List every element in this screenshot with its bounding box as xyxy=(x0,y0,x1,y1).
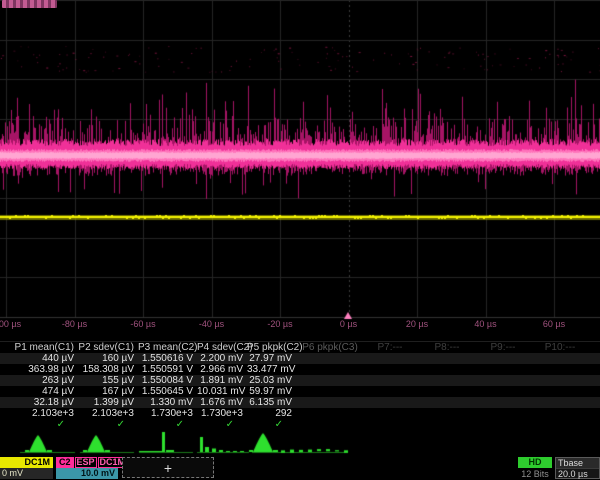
time-tick-label: 60 µs xyxy=(543,319,565,329)
measure-value: 33.477 mV xyxy=(247,364,296,375)
measure-value: 160 µV xyxy=(78,353,138,364)
measure-value: 1.676 mV xyxy=(197,397,247,408)
timebase-descriptor[interactable]: Tbase 20.0 µs xyxy=(555,457,600,479)
measure-value: 1.891 mV xyxy=(197,375,247,386)
c2-scale-value[interactable]: 10.0 mV xyxy=(56,468,118,479)
measure-param-header-inactive[interactable]: P9:--- xyxy=(491,342,516,353)
measure-param-header-inactive[interactable]: P8:--- xyxy=(435,342,460,353)
measure-value: 2.200 mV xyxy=(197,353,247,364)
measure-row: 474 µV167 µV1.550645 V10.031 mV59.97 mV xyxy=(0,386,600,397)
cropped-toolbar-badge xyxy=(2,0,57,8)
measure-status-check-icon: ✓ xyxy=(0,419,78,430)
measure-value: 32.18 µV xyxy=(0,397,78,408)
time-tick-label: 20 µs xyxy=(406,319,428,329)
measure-param-header[interactable]: P2 sdev(C1) xyxy=(78,342,138,353)
measure-value: 158.308 µV xyxy=(78,364,138,375)
measure-value: 474 µV xyxy=(0,386,78,397)
measure-value: 6.135 mV xyxy=(247,397,296,408)
measure-status-check-icon: ✓ xyxy=(197,419,247,430)
measure-param-header-inactive[interactable]: P10:--- xyxy=(545,342,576,353)
timebase-value: 20.0 µs xyxy=(556,469,599,479)
c2-descriptor[interactable]: C2 ESP DC1M xyxy=(56,457,127,468)
c2-flag-esp: ESP xyxy=(75,457,97,468)
measure-status-check-icon: ✓ xyxy=(78,419,138,430)
measure-status-check-icon: ✓ xyxy=(247,419,296,430)
measure-status-row: ✓✓✓✓✓ xyxy=(0,419,600,430)
measure-value: 1.550616 V xyxy=(138,353,197,364)
oscilloscope-screen: -100 µs -80 µs -60 µs -40 µs -20 µs 0 µs 20 µs… xyxy=(0,0,600,480)
measure-value: 1.550591 V xyxy=(138,364,197,375)
measure-value: 2.966 mV xyxy=(197,364,247,375)
measure-value: 167 µV xyxy=(78,386,138,397)
add-trace-button[interactable]: + xyxy=(122,457,214,478)
measure-value: 1.399 µV xyxy=(78,397,138,408)
measure-status-check-icon: ✓ xyxy=(138,419,197,430)
measure-param-header-inactive[interactable]: P7:--- xyxy=(378,342,403,353)
time-tick-label: -80 µs xyxy=(62,319,87,329)
measure-value: 1.730e+3 xyxy=(197,408,247,419)
measure-value: 1.550645 V xyxy=(138,386,197,397)
measure-value: 263 µV xyxy=(0,375,78,386)
measure-row: 2.103e+32.103e+31.730e+31.730e+3292 xyxy=(0,408,600,419)
measure-value: 25.03 mV xyxy=(247,375,296,386)
measure-value: 2.103e+3 xyxy=(0,408,78,419)
c1-scale-value[interactable]: 0 mV xyxy=(0,468,53,479)
measure-value: 155 µV xyxy=(78,375,138,386)
measure-row: 440 µV160 µV1.550616 V2.200 mV27.97 mV xyxy=(0,353,600,364)
time-tick-label: 40 µs xyxy=(474,319,496,329)
hd-bits-label: 12 Bits xyxy=(514,469,556,480)
measure-value: 1.550084 V xyxy=(138,375,197,386)
measure-row: 32.18 µV1.399 µV1.330 mV1.676 mV6.135 mV xyxy=(0,397,600,408)
c1-coupling-badge[interactable]: DC1M xyxy=(0,457,53,468)
measure-value: 27.97 mV xyxy=(247,353,296,364)
c2-channel-label[interactable]: C2 xyxy=(56,457,74,468)
measure-value: 1.730e+3 xyxy=(138,408,197,419)
measure-row: 263 µV155 µV1.550084 V1.891 mV25.03 mV xyxy=(0,375,600,386)
time-tick-label: 0 µs xyxy=(340,319,357,329)
measure-param-header[interactable]: P5 pkpk(C2) xyxy=(247,342,296,353)
timebase-title: Tbase xyxy=(556,458,599,469)
measure-header-row: P1 mean(C1)P2 sdev(C1)P3 mean(C2)P4 sdev… xyxy=(0,342,600,353)
time-tick-label: -20 µs xyxy=(267,319,292,329)
measure-param-header-inactive[interactable]: P6 pkpk(C3) xyxy=(302,342,358,353)
measure-value: 59.97 mV xyxy=(247,386,296,397)
measure-param-header[interactable]: P1 mean(C1) xyxy=(0,342,78,353)
measure-param-header[interactable]: P3 mean(C2) xyxy=(138,342,197,353)
time-tick-label: -100 µs xyxy=(0,319,21,329)
measure-value: 440 µV xyxy=(0,353,78,364)
time-tick-label: -40 µs xyxy=(199,319,224,329)
measure-value: 2.103e+3 xyxy=(78,408,138,419)
measure-param-header[interactable]: P4 sdev(C2) xyxy=(197,342,247,353)
measure-value: 10.031 mV xyxy=(197,386,247,397)
measurement-table: P1 mean(C1)P2 sdev(C1)P3 mean(C2)P4 sdev… xyxy=(0,341,600,430)
measure-value: 363.98 µV xyxy=(0,364,78,375)
measure-value: 1.330 mV xyxy=(138,397,197,408)
time-tick-label: -60 µs xyxy=(130,319,155,329)
measure-value: 292 xyxy=(247,408,296,419)
hd-mode-badge[interactable]: HD xyxy=(518,457,552,468)
measure-row: 363.98 µV158.308 µV1.550591 V2.966 mV33.… xyxy=(0,364,600,375)
measure-body: 440 µV160 µV1.550616 V2.200 mV27.97 mV36… xyxy=(0,353,600,419)
